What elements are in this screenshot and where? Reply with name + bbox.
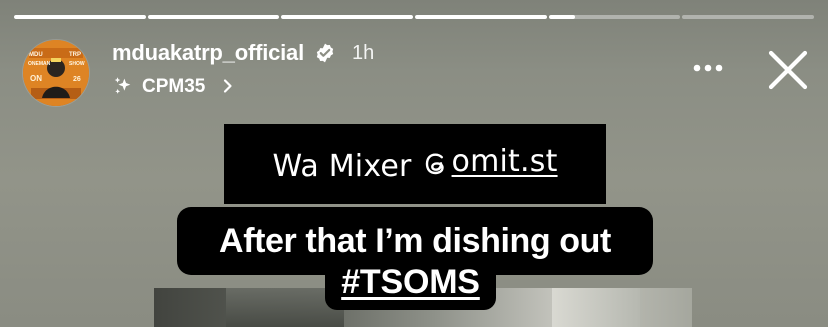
progress-fill-1 bbox=[14, 15, 146, 19]
caption-main-text: After that I’m dishing out bbox=[219, 222, 611, 260]
post-time: 1h bbox=[352, 42, 375, 64]
story-subheader-label: CPM35 bbox=[142, 75, 206, 97]
progress-segment-3 bbox=[281, 15, 414, 19]
profile-avatar[interactable]: MDU TRP ONEMAN SHOW ON 26 bbox=[23, 40, 89, 106]
avatar-text-mid-left: ONEMAN bbox=[28, 61, 51, 67]
story-subheader[interactable]: CPM35 bbox=[112, 74, 374, 98]
progress-fill-5 bbox=[548, 15, 576, 19]
sparkle-icon bbox=[112, 75, 134, 97]
avatar-text-left: MDU bbox=[29, 52, 43, 58]
progress-segment-2 bbox=[147, 15, 280, 19]
caption-top-box: Wa Mixer omit.st bbox=[224, 124, 606, 204]
account-username[interactable]: mduakatrp_official bbox=[112, 42, 304, 64]
account-name-row: mduakatrp_official 1h bbox=[112, 40, 374, 66]
avatar-text-bottom-left: ON bbox=[30, 74, 42, 83]
close-icon bbox=[768, 50, 808, 90]
caption-top-line: Wa Mixer omit.st bbox=[272, 144, 557, 184]
progress-segment-6 bbox=[682, 15, 815, 19]
progress-segment-1 bbox=[14, 15, 146, 19]
progress-fill-3 bbox=[281, 15, 414, 19]
story-progress bbox=[14, 15, 815, 19]
caption-mention-text: omit.st bbox=[451, 144, 558, 180]
avatar-text-right: TRP bbox=[69, 52, 81, 58]
avatar-image: MDU TRP ONEMAN SHOW ON 26 bbox=[23, 40, 89, 106]
progress-segment-4 bbox=[415, 15, 547, 19]
caption-hashtag-box: #TSOMS bbox=[325, 254, 496, 310]
progress-fill-4 bbox=[415, 15, 547, 19]
avatar-text-bottom-right: 26 bbox=[73, 76, 81, 83]
caption-top-prefix: Wa Mixer bbox=[272, 148, 412, 184]
more-horizontal-icon bbox=[693, 64, 723, 72]
avatar-text-mid-right: SHOW bbox=[69, 61, 85, 67]
close-story-button[interactable] bbox=[763, 45, 813, 95]
progress-segment-5 bbox=[548, 15, 681, 19]
story-account-header: mduakatrp_official 1h CPM35 bbox=[112, 40, 374, 98]
progress-fill-2 bbox=[147, 15, 280, 19]
chevron-right-icon bbox=[220, 78, 236, 94]
verified-badge-icon bbox=[314, 42, 336, 64]
caption-mention[interactable]: omit.st bbox=[422, 144, 558, 179]
caption-hashtag[interactable]: #TSOMS bbox=[341, 265, 480, 299]
more-options-button[interactable] bbox=[691, 58, 725, 78]
threads-icon bbox=[422, 150, 450, 178]
